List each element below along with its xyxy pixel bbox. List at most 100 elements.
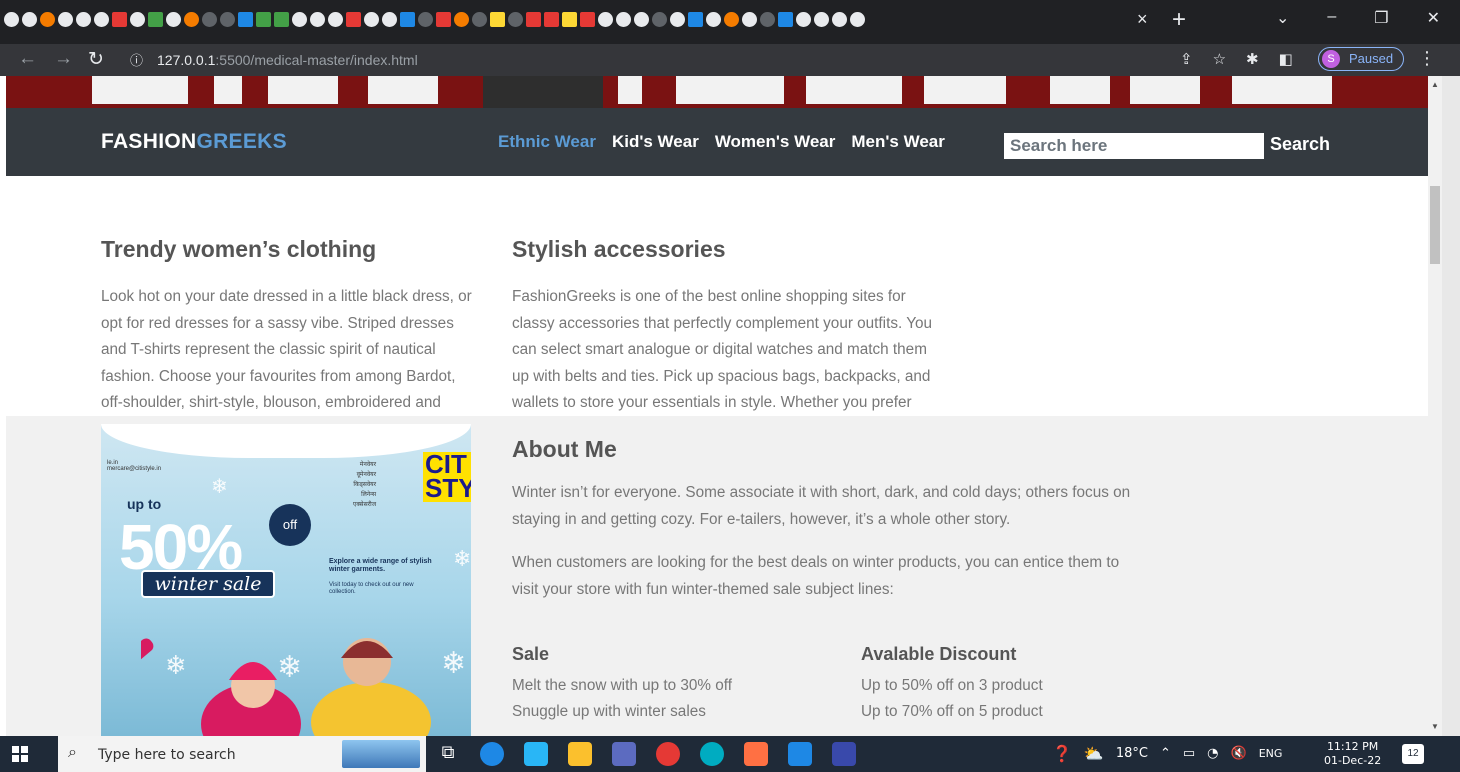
wifi-icon[interactable]: ◔ <box>1207 746 1218 761</box>
site-info-icon[interactable]: ⓘ <box>130 50 143 69</box>
tab-icon[interactable] <box>598 12 613 27</box>
tab-icon[interactable] <box>796 12 811 27</box>
share-icon[interactable]: ⇪ <box>1180 50 1193 68</box>
tab-icon[interactable] <box>670 12 685 27</box>
tab-icon[interactable] <box>328 12 343 27</box>
minimize-icon[interactable]: – <box>1327 8 1336 28</box>
tab-icon[interactable] <box>76 12 91 27</box>
brand-logo[interactable]: FASHIONGREEKS <box>101 130 287 154</box>
tab-icon[interactable] <box>220 12 235 27</box>
file-explorer-icon[interactable] <box>568 742 592 766</box>
tab-icon[interactable] <box>562 12 577 27</box>
tab-icon[interactable] <box>580 12 595 27</box>
battery-icon[interactable]: ▭ <box>1183 746 1195 761</box>
side-panel-icon[interactable]: ◧ <box>1279 50 1293 68</box>
vscode-icon[interactable] <box>788 742 812 766</box>
volume-muted-icon[interactable]: 🔇 <box>1231 746 1247 761</box>
tab-icon[interactable] <box>436 12 451 27</box>
tab-icon[interactable] <box>544 12 559 27</box>
menu-kebab-icon[interactable]: ⋮ <box>1418 48 1436 69</box>
edge-browser-icon[interactable] <box>480 742 504 766</box>
tab-icon[interactable] <box>310 12 325 27</box>
text-line: visit your store with fun winter-themed … <box>512 580 894 598</box>
word-icon[interactable] <box>832 742 856 766</box>
tab-search-chevron-icon[interactable]: ⌄ <box>1276 8 1289 28</box>
tab-icon[interactable] <box>454 12 469 27</box>
tab-icon[interactable] <box>382 12 397 27</box>
tab-icon[interactable] <box>22 12 37 27</box>
restore-icon[interactable]: ❐ <box>1374 8 1388 28</box>
windows-start-icon[interactable] <box>12 746 28 762</box>
tab-icon[interactable] <box>616 12 631 27</box>
notifications-badge[interactable]: 12 <box>1402 744 1424 764</box>
help-icon[interactable]: ❓ <box>1052 744 1072 763</box>
tray-chevron-icon[interactable]: ⌃ <box>1160 746 1171 761</box>
tab-icon[interactable] <box>706 12 721 27</box>
tab-icon[interactable] <box>508 12 523 27</box>
tab-favicons[interactable] <box>4 9 865 31</box>
tab-icon[interactable] <box>130 12 145 27</box>
tab-icon[interactable] <box>688 12 703 27</box>
tab-icon[interactable] <box>148 12 163 27</box>
tab-close-icon[interactable]: × <box>1137 9 1148 30</box>
tab-icon[interactable] <box>760 12 775 27</box>
tab-icon[interactable] <box>292 12 307 27</box>
tab-icon[interactable] <box>814 12 829 27</box>
tab-icon[interactable] <box>112 12 127 27</box>
tab-icon[interactable] <box>724 12 739 27</box>
tab-icon[interactable] <box>634 12 649 27</box>
tab-icon[interactable] <box>274 12 289 27</box>
tab-icon[interactable] <box>4 12 19 27</box>
scroll-down-arrow-icon[interactable]: ▼ <box>1431 722 1439 731</box>
brave-browser-icon[interactable] <box>744 742 768 766</box>
back-arrow-icon[interactable]: ← <box>18 48 37 70</box>
tab-icon[interactable] <box>850 12 865 27</box>
tab-icon[interactable] <box>40 12 55 27</box>
forward-arrow-icon[interactable]: → <box>54 48 73 70</box>
store-icon[interactable] <box>612 742 636 766</box>
tab-icon[interactable] <box>238 12 253 27</box>
taskbar-search-box[interactable]: ⌕ Type here to search <box>58 736 426 772</box>
tab-icon[interactable] <box>526 12 541 27</box>
tab-icon[interactable] <box>166 12 181 27</box>
chrome-icon[interactable] <box>656 742 680 766</box>
new-tab-button[interactable]: + <box>1172 6 1186 34</box>
bookmark-star-icon[interactable]: ☆ <box>1213 50 1226 68</box>
profile-button[interactable]: S Paused <box>1318 47 1404 71</box>
url-text[interactable]: 127.0.0.1:5500/medical-master/index.html <box>157 52 418 68</box>
scroll-up-arrow-icon[interactable]: ▲ <box>1431 80 1439 89</box>
tab-icon[interactable] <box>742 12 757 27</box>
c-app-icon[interactable] <box>700 742 724 766</box>
nav-link-womens-wear[interactable]: Women's Wear <box>715 132 836 152</box>
scroll-thumb[interactable] <box>1430 186 1440 264</box>
tab-icon[interactable] <box>832 12 847 27</box>
tab-icon[interactable] <box>472 12 487 27</box>
mail-icon[interactable] <box>524 742 548 766</box>
search-button[interactable]: Search <box>1270 134 1330 155</box>
weather-temp[interactable]: 18°C <box>1116 746 1148 761</box>
tab-icon[interactable] <box>418 12 433 27</box>
language-indicator[interactable]: ENG <box>1259 747 1283 760</box>
taskbar-clock[interactable]: 11:12 PM 01-Dec-22 <box>1324 740 1381 768</box>
nav-link-ethnic-wear[interactable]: Ethnic Wear <box>498 132 596 152</box>
task-view-icon[interactable]: ⧉ <box>436 742 460 766</box>
tab-icon[interactable] <box>400 12 415 27</box>
nav-link-kids-wear[interactable]: Kid's Wear <box>612 132 699 152</box>
weather-icon[interactable]: ⛅ <box>1084 744 1104 763</box>
search-input[interactable] <box>1004 133 1264 159</box>
tab-icon[interactable] <box>778 12 793 27</box>
tab-icon[interactable] <box>184 12 199 27</box>
tab-icon[interactable] <box>490 12 505 27</box>
tab-icon[interactable] <box>94 12 109 27</box>
tab-icon[interactable] <box>202 12 217 27</box>
tab-icon[interactable] <box>652 12 667 27</box>
tab-icon[interactable] <box>256 12 271 27</box>
extensions-puzzle-icon[interactable]: ✱ <box>1246 50 1259 68</box>
tab-icon[interactable] <box>346 12 361 27</box>
nav-link-mens-wear[interactable]: Men's Wear <box>851 132 944 152</box>
page-scrollbar[interactable]: ▲ ▼ <box>1428 76 1442 736</box>
close-window-icon[interactable]: ✕ <box>1427 8 1440 28</box>
tab-icon[interactable] <box>58 12 73 27</box>
reload-icon[interactable]: ↻ <box>88 48 104 71</box>
tab-icon[interactable] <box>364 12 379 27</box>
